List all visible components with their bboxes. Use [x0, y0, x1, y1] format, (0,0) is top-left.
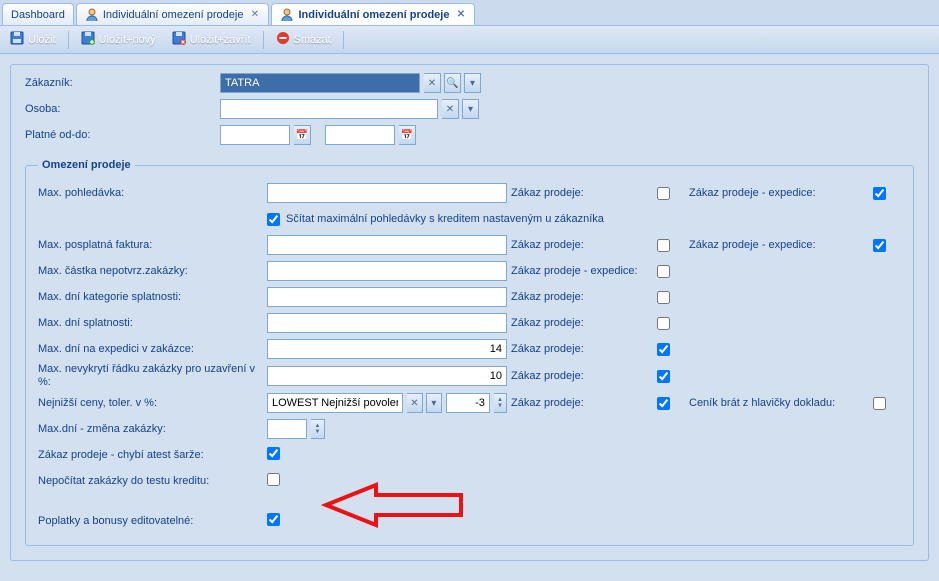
customer-input[interactable] [220, 73, 420, 93]
save-button[interactable]: Uložit [4, 29, 62, 50]
clear-icon[interactable]: ✕ [442, 99, 459, 119]
zakaz-prodeje-label: Zákaz prodeje: [511, 397, 653, 409]
group-title: Omezení prodeje [38, 159, 135, 171]
max-uncovered-label: Max. nevykrytí řádku zakázky pro uzavřen… [38, 363, 263, 389]
tab-bar: Dashboard Individuální omezení prodeje ✕… [0, 0, 939, 26]
zakaz-expedice-label: Zákaz prodeje - expedice: [689, 239, 869, 251]
max-overdue-input[interactable] [267, 235, 507, 255]
zakaz-prodeje-label: Zákaz prodeje: [511, 343, 653, 355]
save-new-label: Uložit+nový [99, 34, 156, 46]
max-days-exped-input[interactable] [267, 339, 507, 359]
zakaz-prodeje-label: Zákaz prodeje: [511, 239, 653, 251]
delete-button[interactable]: Smazat [270, 29, 337, 50]
separator [343, 31, 344, 49]
max-days-order-change-input[interactable] [267, 419, 307, 439]
customer-label: Zákazník: [25, 77, 220, 89]
fees-bonus-editable-checkbox[interactable] [267, 513, 280, 526]
minus-circle-icon [276, 31, 290, 48]
zakaz-expedice-label: Zákaz prodeje - expedice: [689, 187, 869, 199]
pricelist-header-checkbox[interactable] [873, 397, 886, 410]
ban-missing-attest-label: Zákaz prodeje - chybí atest šarže: [38, 449, 263, 461]
clear-icon[interactable]: ✕ [407, 393, 423, 413]
max-receivable-label: Max. pohledávka: [38, 187, 263, 199]
lowest-prices-combo[interactable] [267, 393, 403, 413]
zakaz-prodeje-checkbox[interactable] [657, 317, 670, 330]
sum-credit-label: Sčítat maximální pohledávky s kreditem n… [286, 213, 604, 225]
form-panel: Zákazník: ✕ 🔍 ▾ Osoba: ✕ ▾ Platné od-do:… [10, 64, 929, 561]
close-icon[interactable]: ✕ [249, 9, 260, 20]
disk-close-icon [172, 31, 186, 48]
close-icon[interactable]: ✕ [455, 9, 466, 20]
zakaz-prodeje-checkbox[interactable] [657, 343, 670, 356]
delete-label: Smazat [294, 34, 331, 46]
max-receivable-input[interactable] [267, 183, 507, 203]
zakaz-prodeje-label: Zákaz prodeje: [511, 317, 653, 329]
save-close-button[interactable]: Uložit+zavřít [166, 29, 257, 50]
zakaz-prodeje-label: Zákaz prodeje: [511, 291, 653, 303]
max-due-category-days-label: Max. dní kategorie splatnosti: [38, 291, 263, 303]
save-close-label: Uložit+zavřít [190, 34, 251, 46]
person-icon [280, 8, 294, 22]
zakaz-expedice-checkbox[interactable] [873, 187, 886, 200]
zakaz-expedice-checkbox[interactable] [657, 265, 670, 278]
sum-credit-checkbox[interactable] [267, 213, 280, 226]
zakaz-prodeje-checkbox[interactable] [657, 239, 670, 252]
toolbar: Uložit Uložit+nový Uložit+zavřít Smazat [0, 26, 939, 54]
zakaz-expedice-checkbox[interactable] [873, 239, 886, 252]
save-label: Uložit [28, 34, 56, 46]
separator [263, 31, 264, 49]
tolerance-input[interactable] [446, 393, 490, 413]
spinner[interactable]: ▲▼ [494, 393, 507, 413]
chevron-down-icon[interactable]: ▾ [464, 73, 481, 93]
exclude-credit-test-checkbox[interactable] [267, 473, 280, 486]
zakaz-prodeje-label: Zákaz prodeje: [511, 187, 653, 199]
calendar-icon[interactable]: 📅 [294, 125, 311, 145]
tab-detail[interactable]: Individuální omezení prodeje ✕ [271, 3, 475, 25]
tab-list-label: Individuální omezení prodeje [103, 9, 244, 21]
pricelist-header-label: Ceník brát z hlavičky dokladu: [689, 397, 869, 409]
ban-missing-attest-checkbox[interactable] [267, 447, 280, 460]
save-new-button[interactable]: Uložit+nový [75, 29, 162, 50]
search-icon[interactable]: 🔍 [444, 73, 461, 93]
exclude-credit-test-label: Nepočítat zakázky do testu kreditu: [38, 475, 263, 488]
tab-detail-label: Individuální omezení prodeje [298, 9, 449, 21]
sales-restriction-group: Omezení prodeje Max. pohledávka: Zákaz p… [25, 159, 914, 546]
max-due-category-days-input[interactable] [267, 287, 507, 307]
zakaz-prodeje-label: Zákaz prodeje: [511, 370, 653, 382]
zakaz-prodeje-checkbox[interactable] [657, 370, 670, 383]
person-input[interactable] [220, 99, 438, 119]
tab-dashboard-label: Dashboard [11, 9, 65, 21]
fees-bonus-editable-label: Poplatky a bonusy editovatelné: [38, 515, 263, 527]
max-unconfirmed-label: Max. částka nepotvrz.zakázky: [38, 265, 263, 277]
disk-icon [10, 31, 24, 48]
person-icon [85, 8, 99, 22]
person-label: Osoba: [25, 103, 220, 115]
lowest-prices-label: Nejnižší ceny, toler. v %: [38, 397, 263, 409]
valid-from-input[interactable] [220, 125, 290, 145]
zakaz-prodeje-checkbox[interactable] [657, 397, 670, 410]
max-days-exped-label: Max. dní na expedici v zakázce: [38, 343, 263, 355]
valid-to-input[interactable] [325, 125, 395, 145]
chevron-down-icon[interactable]: ▾ [426, 393, 442, 413]
max-overdue-label: Max. posplatná faktura: [38, 239, 263, 251]
max-days-order-change-label: Max.dní - změna zakázky: [38, 423, 263, 435]
calendar-icon[interactable]: 📅 [399, 125, 416, 145]
valid-label: Platné od-do: [25, 129, 220, 141]
chevron-down-icon[interactable]: ▾ [462, 99, 479, 119]
max-unconfirmed-input[interactable] [267, 261, 507, 281]
max-due-days-input[interactable] [267, 313, 507, 333]
disk-plus-icon [81, 31, 95, 48]
tab-list[interactable]: Individuální omezení prodeje ✕ [76, 3, 270, 25]
zakaz-prodeje-checkbox[interactable] [657, 291, 670, 304]
max-due-days-label: Max. dní splatnosti: [38, 317, 263, 329]
tab-dashboard[interactable]: Dashboard [2, 3, 74, 25]
separator [68, 31, 69, 49]
max-uncovered-input[interactable] [267, 366, 507, 386]
spinner[interactable]: ▲▼ [311, 419, 325, 439]
zakaz-expedice-label: Zákaz prodeje - expedice: [511, 265, 653, 277]
zakaz-prodeje-checkbox[interactable] [657, 187, 670, 200]
clear-icon[interactable]: ✕ [424, 73, 441, 93]
